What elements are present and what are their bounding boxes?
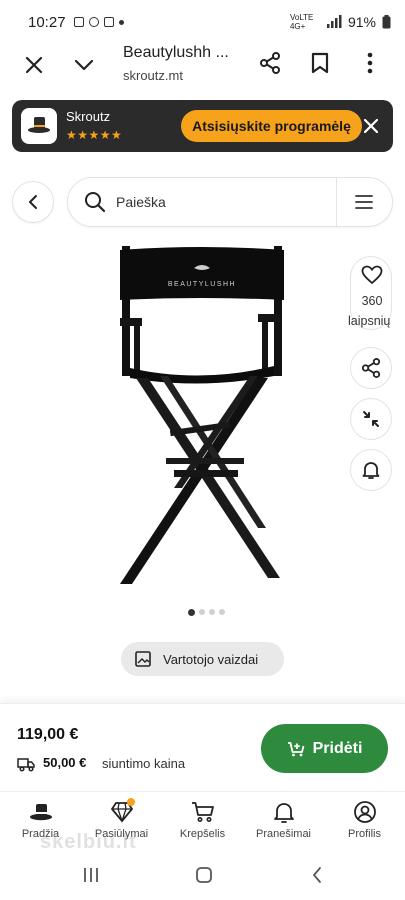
recent-apps-icon[interactable] [81,865,101,885]
close-icon[interactable] [22,53,46,77]
carousel-dot[interactable] [188,608,195,616]
app-download-banner: Skroutz ★★★★★ Atsisiųskite programėlę [12,100,393,152]
wishlist-label: laipsnių [348,314,391,328]
add-to-cart-button[interactable]: Pridėti [261,724,388,773]
nav-label: Profilis [347,828,381,840]
add-cart-icon [287,741,304,756]
chevron-down-icon[interactable] [72,53,96,77]
search-input[interactable]: Paieška [116,194,166,210]
wishlist-count: 360 [361,294,383,308]
cart-icon [191,802,214,822]
menu-icon[interactable] [352,191,376,213]
status-bar: 10:27 VoLTE 4G+ 91% [0,0,405,44]
battery-level: 91% [347,14,376,30]
chevron-left-icon [29,195,37,209]
app-name: Skroutz [66,109,111,124]
more-notifications-icon [118,19,124,25]
truck-icon [17,758,35,772]
carousel-dot[interactable] [219,609,225,615]
bell-icon [362,462,380,479]
carousel-dot[interactable] [209,609,215,615]
share-product-button[interactable] [350,347,392,389]
search-bar[interactable]: Paieška [67,177,393,227]
rating-stars: ★★★★★ [66,128,123,142]
collapse-arrows-icon [363,411,379,427]
profile-icon [353,801,376,823]
product-image[interactable]: BEAUTYLUSHH [90,238,310,593]
home-icon[interactable] [194,865,214,885]
nav-item-notifications[interactable]: Pranešimai [243,792,324,848]
share-icon[interactable] [258,51,282,75]
carousel-dot[interactable] [199,609,205,615]
search-divider [336,178,337,226]
back-icon[interactable] [307,865,327,885]
share-icon [361,358,381,378]
notification-icons [73,17,124,27]
purchase-bar: 119,00 € 50,00 € siuntimo kaina Pridėti [0,703,405,791]
back-button[interactable] [12,181,54,223]
user-images-button[interactable]: Vartotojo vaizdai [121,642,284,676]
user-images-label: Vartotojo vaizdai [163,651,259,667]
chair-brand-text: BEAUTYLUSHH [168,281,236,288]
system-navigation-bar [0,850,405,900]
shipping-cost: 50,00 € [43,755,87,770]
network-indicator: VoLTE 4G+ [289,13,314,31]
nav-label: Pranešimai [255,828,312,840]
search-icon [85,192,106,213]
banner-close-icon[interactable] [359,114,383,138]
page-title: Beautylushh ... [123,44,229,61]
shipping-label: siuntimo kaina [102,756,186,771]
offers-badge [127,798,135,806]
nav-label: Krepšelis [179,828,226,840]
nav-item-profile[interactable]: Profilis [324,792,405,848]
signal-icon [326,15,342,28]
battery-icon [382,15,391,29]
skroutz-logo [21,108,57,144]
nav-item-cart[interactable]: Krepšelis [162,792,243,848]
browser-toolbar: Beautylushh ... skroutz.mt [0,44,405,86]
add-to-cart-label: Pridėti [312,739,363,757]
hat-icon [29,804,52,821]
gallery-notification-icon [73,17,84,27]
image-icon [135,651,151,667]
page-url: skroutz.mt [123,68,183,83]
bookmark-icon[interactable] [308,51,332,75]
message-notification-icon [103,17,114,27]
download-app-button[interactable]: Atsisiųskite programėlę [181,110,362,142]
app-notification-icon [88,17,99,27]
image-carousel-dots [188,608,225,616]
price-alert-button[interactable] [350,449,392,491]
more-vertical-icon[interactable] [358,51,382,75]
heart-icon [361,265,383,285]
compare-button[interactable] [350,398,392,440]
clock: 10:27 [28,13,66,31]
bell-icon [273,803,294,823]
product-price: 119,00 € [17,726,79,743]
